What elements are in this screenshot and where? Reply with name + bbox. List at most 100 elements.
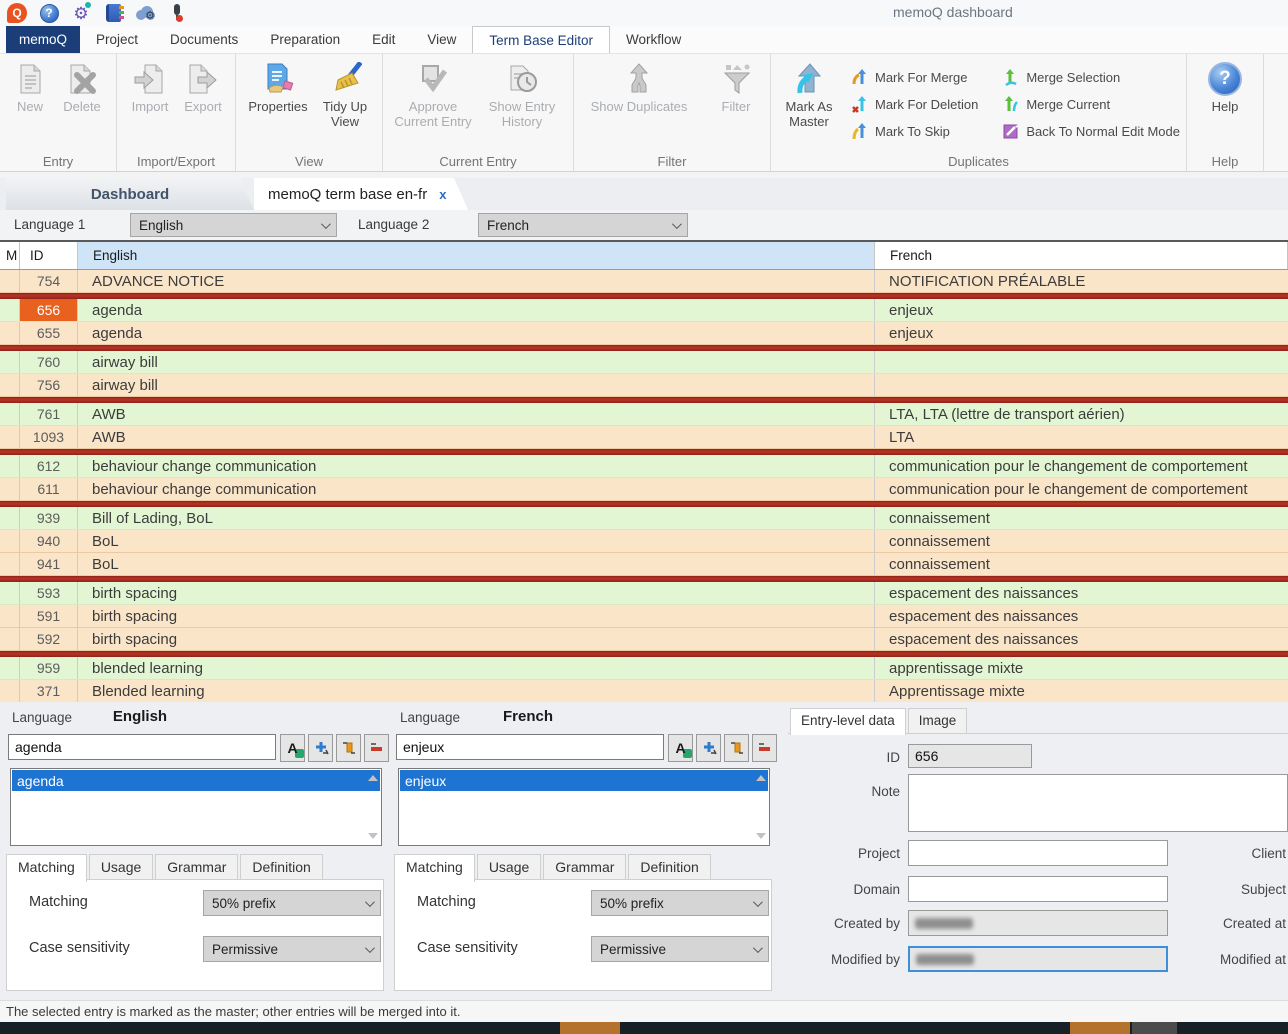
menu-edit[interactable]: Edit — [356, 26, 411, 53]
language1-label: Language 1 — [14, 217, 85, 232]
table-row[interactable]: 593birth spacingespacement des naissance… — [0, 582, 1288, 605]
tab-usage[interactable]: Usage — [477, 854, 541, 880]
note-field[interactable] — [908, 774, 1288, 832]
mark-for-deletion-button[interactable]: Mark For Deletion — [851, 93, 978, 115]
remove-term-button[interactable] — [364, 734, 389, 762]
ribbon-group-duplicates: Mark As Master Mark For Merge Mark For D… — [771, 54, 1187, 171]
tab-grammar[interactable]: Grammar — [543, 854, 626, 880]
term-list-item-selected[interactable]: agenda — [12, 770, 380, 791]
table-row[interactable]: 941BoLconnaissement — [0, 553, 1288, 576]
table-row[interactable]: 760airway bill — [0, 351, 1288, 374]
table-row[interactable]: 959blended learningapprentissage mixte — [0, 657, 1288, 680]
tidy-up-view-button[interactable]: Tidy Up View — [314, 58, 376, 130]
taskbar-app-segment[interactable] — [560, 1022, 620, 1034]
term-list-french[interactable]: enjeux — [398, 768, 770, 846]
mark-for-merge-icon — [851, 68, 869, 86]
language1-select[interactable]: English — [130, 213, 337, 237]
term-case-button[interactable]: A — [280, 734, 305, 762]
table-row[interactable]: 1093AWBLTA — [0, 426, 1288, 449]
header-french-column[interactable]: French — [875, 242, 1288, 269]
table-row[interactable]: 940BoLconnaissement — [0, 530, 1288, 553]
term-input-french[interactable] — [396, 734, 664, 760]
filter-button: Filter — [708, 58, 764, 115]
back-to-normal-edit-mode-button[interactable]: Back To Normal Edit Mode — [1002, 120, 1180, 142]
table-row[interactable]: 754ADVANCE NOTICENOTIFICATION PRÉALABLE — [0, 270, 1288, 293]
tab-definition[interactable]: Definition — [240, 854, 322, 880]
scroll-down-icon[interactable] — [756, 833, 766, 839]
help-button[interactable]: ? Help — [1199, 58, 1251, 115]
close-tab-icon[interactable]: x — [439, 187, 446, 202]
menu-memoq-tab[interactable]: memoQ — [6, 26, 80, 53]
table-row-selected[interactable]: 656agendaenjeux — [0, 299, 1288, 322]
scroll-up-icon[interactable] — [368, 775, 378, 781]
export-icon — [186, 62, 220, 96]
menu-term-base-editor[interactable]: Term Base Editor — [472, 26, 610, 53]
domain-field[interactable] — [908, 876, 1168, 902]
ribbon-group-current-entry: Approve Current Entry Show Entry History… — [383, 54, 574, 171]
term-case-button[interactable]: A — [668, 734, 693, 762]
menu-view[interactable]: View — [411, 26, 472, 53]
taskbar-app-segment[interactable] — [1070, 1022, 1130, 1034]
memoq-logo-icon[interactable]: Q — [6, 2, 28, 24]
table-row[interactable]: 612behaviour change communicationcommuni… — [0, 455, 1288, 478]
remove-term-button[interactable] — [752, 734, 777, 762]
project-field[interactable] — [908, 840, 1168, 866]
table-row[interactable]: 655agendaenjeux — [0, 322, 1288, 345]
server-cloud-icon[interactable]: ⚙ — [134, 2, 156, 24]
table-row[interactable]: 761AWBLTA, LTA (lettre de transport aéri… — [0, 403, 1288, 426]
mark-as-master-button[interactable]: Mark As Master — [777, 58, 841, 130]
case-sensitivity-select[interactable]: Permissive — [591, 936, 769, 962]
approve-check-icon — [416, 62, 450, 96]
table-row[interactable]: 591birth spacingespacement des naissance… — [0, 605, 1288, 628]
term-list-item-selected[interactable]: enjeux — [400, 770, 768, 791]
modified-by-field[interactable] — [908, 946, 1168, 972]
properties-button[interactable]: Properties — [242, 58, 314, 115]
taskbar-app-segment[interactable] — [1132, 1022, 1177, 1034]
term-input-english[interactable] — [8, 734, 276, 760]
mark-for-merge-button[interactable]: Mark For Merge — [851, 66, 978, 88]
merge-selection-button[interactable]: Merge Selection — [1002, 66, 1180, 88]
table-row[interactable]: 611behaviour change communicationcommuni… — [0, 478, 1288, 501]
add-term-button[interactable] — [308, 734, 333, 762]
merge-current-button[interactable]: Merge Current — [1002, 93, 1180, 115]
tab-grammar[interactable]: Grammar — [155, 854, 238, 880]
header-master-column[interactable]: M — [0, 242, 20, 269]
table-row[interactable]: 592birth spacingespacement des naissance… — [0, 628, 1288, 651]
mark-to-skip-button[interactable]: Mark To Skip — [851, 120, 978, 142]
tab-image[interactable]: Image — [908, 708, 968, 733]
table-row[interactable]: 756airway bill — [0, 374, 1288, 397]
language2-select[interactable]: French — [478, 213, 688, 237]
tab-entry-level-data[interactable]: Entry-level data — [790, 708, 906, 735]
resource-console-icon[interactable] — [102, 2, 124, 24]
table-row[interactable]: 371Blended learningApprentissage mixte — [0, 680, 1288, 702]
case-sensitivity-select[interactable]: Permissive — [203, 936, 381, 962]
add-term-button[interactable] — [696, 734, 721, 762]
tab-dashboard[interactable]: Dashboard — [6, 178, 254, 210]
menu-workflow[interactable]: Workflow — [610, 26, 697, 53]
scroll-down-icon[interactable] — [368, 833, 378, 839]
dictation-mic-icon[interactable] — [166, 2, 188, 24]
tab-matching[interactable]: Matching — [394, 854, 475, 882]
mark-as-master-icon — [792, 62, 826, 96]
merge-selection-icon — [1002, 68, 1020, 86]
chevron-down-icon — [753, 943, 763, 953]
edit-term-button[interactable] — [724, 734, 749, 762]
header-english-column[interactable]: English — [78, 242, 875, 269]
edit-term-button[interactable] — [336, 734, 361, 762]
menu-documents[interactable]: Documents — [154, 26, 254, 53]
term-list-english[interactable]: agenda — [10, 768, 382, 846]
tab-definition[interactable]: Definition — [628, 854, 710, 880]
table-row[interactable]: 939Bill of Lading, BoLconnaissement — [0, 507, 1288, 530]
tab-usage[interactable]: Usage — [89, 854, 153, 880]
created-by-field — [908, 910, 1168, 936]
scroll-up-icon[interactable] — [756, 775, 766, 781]
tab-termbase[interactable]: memoQ term base en-fr x — [254, 178, 468, 210]
menu-project[interactable]: Project — [80, 26, 154, 53]
tab-matching[interactable]: Matching — [6, 854, 87, 882]
header-id-column[interactable]: ID — [20, 242, 78, 269]
options-gear-icon[interactable]: ⚙ — [70, 2, 92, 24]
matching-select[interactable]: 50% prefix — [591, 890, 769, 916]
help-icon[interactable]: ? — [38, 2, 60, 24]
menu-preparation[interactable]: Preparation — [254, 26, 356, 53]
matching-select[interactable]: 50% prefix — [203, 890, 381, 916]
